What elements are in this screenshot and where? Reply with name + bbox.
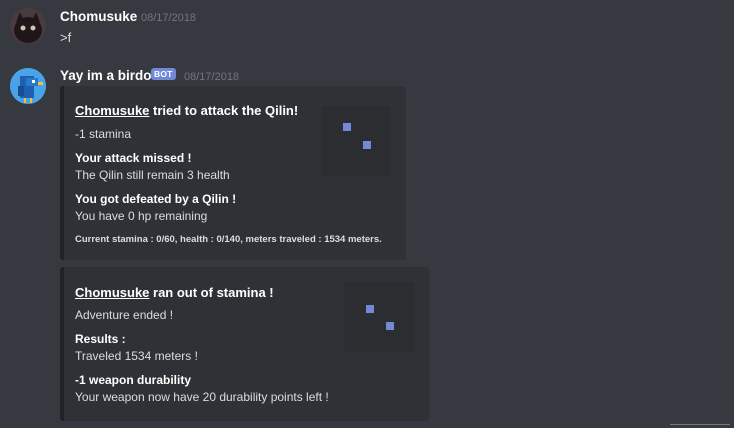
embed-field-name: You got defeated by a Qilin !: [75, 192, 237, 206]
embed-stamina: Chomusuke ran out of stamina ! Adventure…: [60, 267, 429, 421]
thumbnail-pixel: [366, 305, 374, 313]
message-timestamp: 08/17/2018: [184, 71, 240, 83]
embed-field-value: You have 0 hp remaining: [75, 209, 208, 223]
embed-title-text: tried to attack the Qilin!: [149, 103, 299, 118]
embed-title: Chomusuke tried to attack the Qilin!: [75, 103, 298, 118]
embed-description: -1 stamina: [75, 127, 132, 141]
embed-title-user-link[interactable]: Chomusuke: [75, 103, 149, 118]
embed-title-text: ran out of stamina !: [149, 285, 274, 300]
embed-attack: Chomusuke tried to attack the Qilin! -1 …: [60, 86, 406, 260]
qilin-thumbnail-icon[interactable]: [344, 282, 414, 352]
embed-title: Chomusuke ran out of stamina !: [75, 285, 274, 300]
embed-field-value: Traveled 1534 meters !: [75, 349, 198, 363]
divider: [670, 424, 730, 425]
embed-footer-stats: Current stamina : 0/60, health : 0/140, …: [75, 234, 382, 245]
embed-field-name: -1 weapon durability: [75, 373, 192, 387]
thumbnail-pixel: [386, 322, 394, 330]
username[interactable]: Yay im a birdo: [60, 68, 152, 83]
message-timestamp: 08/17/2018: [141, 12, 197, 24]
embed-title-user-link[interactable]: Chomusuke: [75, 285, 149, 300]
dark-blob-avatar-icon[interactable]: [10, 8, 46, 44]
thumbnail-pixel: [343, 123, 351, 131]
username[interactable]: Chomusuke: [60, 9, 137, 24]
embed-field-name: Results :: [75, 332, 126, 346]
message-text: >f: [60, 30, 72, 45]
embed-field-value: Your weapon now have 20 durability point…: [75, 390, 329, 404]
embed-description: Adventure ended !: [75, 308, 174, 322]
embed-field-value: The Qilin still remain 3 health: [75, 168, 230, 182]
bot-tag: BOT: [151, 68, 176, 80]
qilin-thumbnail-icon[interactable]: [321, 106, 391, 176]
thumbnail-pixel: [363, 141, 371, 149]
embed-field-name: Your attack missed !: [75, 151, 192, 165]
blue-bird-avatar-icon[interactable]: [10, 68, 46, 104]
